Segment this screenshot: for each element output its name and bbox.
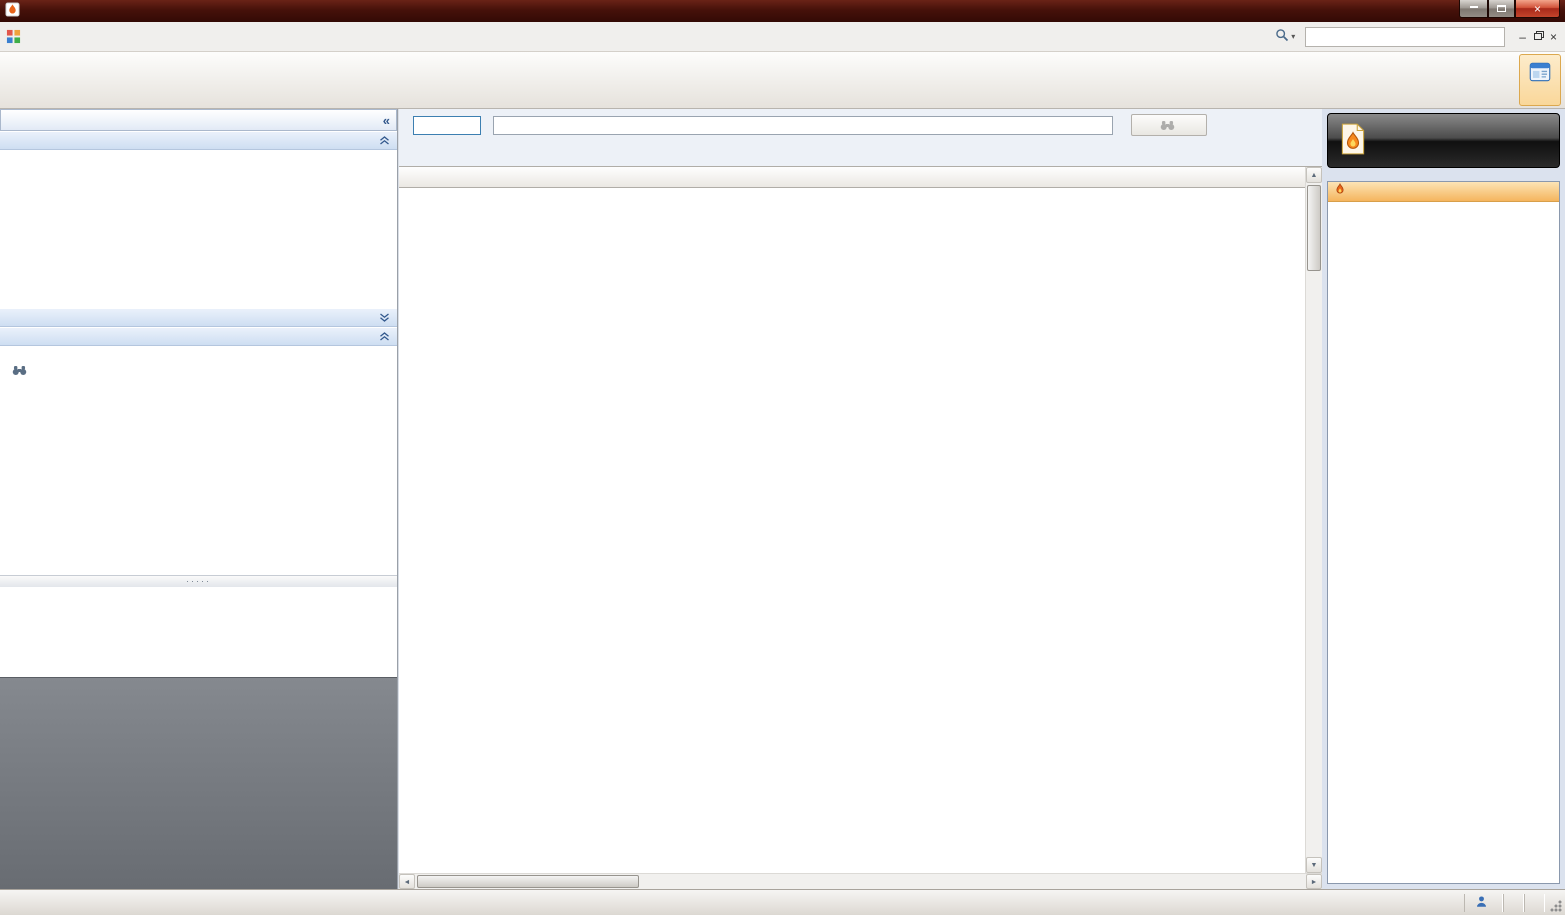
search-icon [1275,28,1289,45]
suggestion-panel [0,346,397,575]
section-header-suggerimenti[interactable] [0,327,397,346]
window-minimize-button[interactable] [1459,0,1488,18]
menubar: ▾ – × [0,22,1565,52]
dati-materia-panel [1327,181,1560,884]
mdi-minimize-button[interactable]: – [1519,31,1526,43]
chevron-down-icon[interactable] [379,313,390,322]
binoculars-icon [1160,120,1175,131]
tremcard-flame-doc-icon [1336,122,1370,159]
compila-tremcards-button[interactable] [1327,113,1560,168]
vertical-scrollbar[interactable]: ▲ ▼ [1305,167,1322,873]
horizontal-scrollbar[interactable]: ◄ ► [399,873,1322,889]
sidebar-nav [0,587,397,677]
statusbar [0,889,1565,915]
vertical-scrollbar-thumb[interactable] [1307,185,1321,271]
sidebar-splitter[interactable]: ····· [0,575,397,587]
chevron-down-icon: ▾ [1291,32,1295,41]
toolbar [0,52,1565,109]
sidebar-filler [0,677,397,889]
scroll-down-arrow[interactable]: ▼ [1306,857,1322,873]
app-icon [5,2,20,20]
toolbar-spacer [2,54,1519,106]
statusbar-user [1464,894,1503,912]
center-panel: ▲ ▼ ◄ ► [399,109,1322,889]
statusbar-datetime [1524,894,1545,912]
tabstrip [399,141,1322,166]
binoculars-icon [12,365,27,376]
grid-body [399,188,1305,873]
mdi-close-button[interactable]: × [1550,31,1557,43]
menubar-right: ▾ – × [1271,26,1559,47]
titlebar: × [0,0,1565,22]
section-header-recenti[interactable] [0,308,397,327]
suggestion-para-2 [11,364,386,378]
menu-app-icon[interactable] [6,29,21,44]
flame-icon [1333,183,1347,200]
restore-icon [1534,33,1542,40]
user-icon [1475,895,1488,911]
mdi-restore-button[interactable] [1534,33,1542,40]
scroll-up-arrow[interactable]: ▲ [1306,167,1322,183]
chevron-up-icon[interactable] [379,136,390,145]
materie-grid: ▲ ▼ [399,166,1322,873]
onu-input[interactable] [413,116,481,135]
sidebar: « [0,109,398,889]
dati-materia-fields [1328,202,1559,214]
window-controls: × [1459,0,1560,22]
statusbar-adr-version [1503,894,1524,912]
maximize-icon [1497,5,1506,12]
main-area: « [0,109,1565,889]
horizontal-scrollbar-thumb[interactable] [417,875,639,888]
denominazione-input[interactable] [493,116,1113,135]
riepilogo-icon [1527,58,1553,86]
global-search-input[interactable] [1305,27,1505,47]
toolbar-button-riepilogo[interactable] [1519,54,1561,106]
minimize-icon [1470,5,1478,8]
archivio-tree [0,150,397,308]
chevron-up-icon[interactable] [379,332,390,341]
dati-materia-header [1328,182,1559,202]
mdi-window-controls: – × [1519,31,1557,43]
search-dropdown-button[interactable]: ▾ [1271,26,1299,47]
app-window: × ▾ – × « [0,0,1565,915]
trova-button[interactable] [1131,114,1207,136]
scroll-right-arrow[interactable]: ► [1306,874,1322,889]
search-bar [399,109,1322,141]
right-panel [1322,109,1565,889]
scroll-left-arrow[interactable]: ◄ [399,874,415,889]
window-maximize-button[interactable] [1488,0,1515,18]
resize-grip[interactable] [1547,897,1563,913]
collapse-sidebar-button[interactable]: « [383,113,390,128]
sidebar-title: « [0,109,397,131]
section-header-archivio[interactable] [0,131,397,150]
grid-header [399,167,1305,188]
window-close-button[interactable]: × [1515,0,1560,18]
